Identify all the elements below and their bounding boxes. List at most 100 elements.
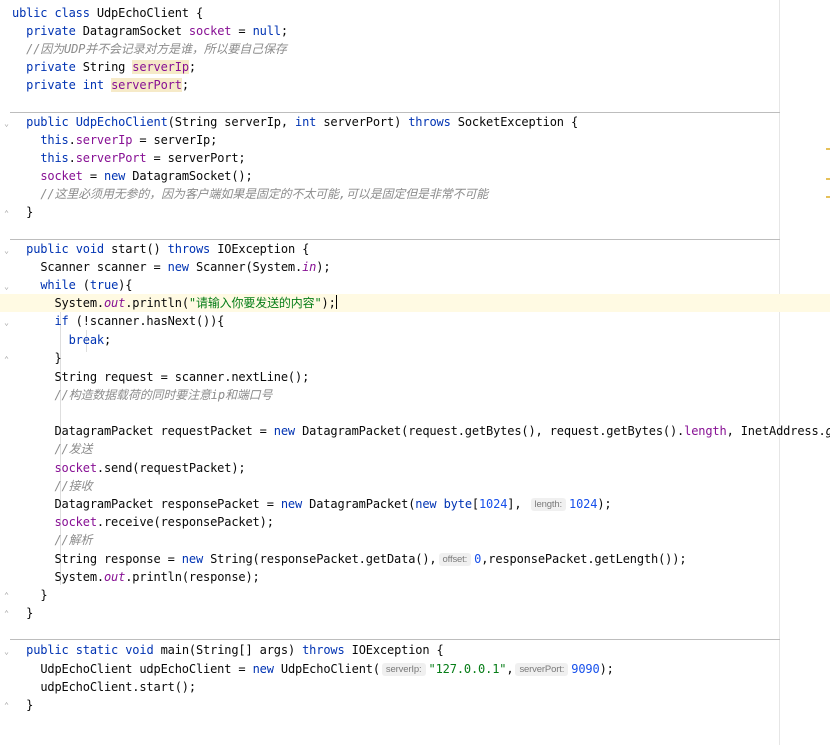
keyword: public [26, 115, 69, 129]
parameter-hint: serverIp: [381, 663, 426, 676]
statement: ); [599, 662, 614, 676]
code-line[interactable]: public UdpEchoClient(String serverIp, in… [0, 113, 830, 131]
keyword: ublic [12, 6, 48, 20]
code-line[interactable]: System.out.println(response); [0, 568, 830, 586]
params: (String serverIp, [167, 115, 296, 129]
keyword: true [89, 278, 119, 292]
code-line[interactable]: //因为UDP并不会记录对方是谁，所以要自己保存 [0, 40, 830, 58]
brace: } [26, 698, 34, 712]
statement: DatagramSocket(); [125, 169, 253, 183]
dot: . [68, 133, 76, 147]
code-line[interactable]: break; [0, 331, 830, 349]
code-line[interactable]: socket.send(requestPacket); [0, 459, 830, 477]
brace: } [54, 351, 62, 365]
keyword: throws [408, 115, 451, 129]
keyword: while [40, 278, 76, 292]
code-line[interactable]: private DatagramSocket socket = null; [0, 22, 830, 40]
keyword: null [252, 24, 281, 38]
bracket: [ [471, 497, 479, 511]
type-name: DatagramSocket [82, 24, 182, 38]
statement: DatagramPacket( [302, 497, 416, 511]
comment: //构造数据载荷的同时要注意ip和端口号 [54, 388, 273, 402]
statement: System. [54, 570, 104, 584]
code-line[interactable]: } [0, 349, 830, 367]
type-name: String [82, 60, 126, 74]
code-line[interactable]: public static void main(String[] args) t… [0, 641, 830, 659]
keyword: if [54, 314, 69, 328]
comment: //这里必须用无参的，因为客户端如果是固定的不太可能,可以是固定但是非常不可能 [40, 187, 489, 201]
code-line[interactable]: while (true){ [0, 276, 830, 294]
code-line[interactable]: ublic class UdpEchoClient { [0, 4, 830, 22]
code-line[interactable]: if (!scanner.hasNext()){ [0, 312, 830, 330]
statement: udpEchoClient.start(); [40, 680, 196, 694]
code-line[interactable]: //解析 [0, 531, 830, 549]
code-line[interactable]: //构造数据载荷的同时要注意ip和端口号 [0, 386, 830, 404]
statement: ); [597, 497, 612, 511]
code-line[interactable]: //发送 [0, 440, 830, 458]
code-line[interactable]: private int serverPort; [0, 76, 830, 94]
code-line[interactable]: socket = new DatagramSocket(); [0, 167, 830, 185]
code-line[interactable]: } [0, 696, 830, 714]
code-line[interactable]: UdpEchoClient udpEchoClient = new UdpEch… [0, 660, 830, 678]
keyword: void [125, 643, 154, 657]
keyword: private [26, 24, 76, 38]
statement: Scanner scanner = [40, 260, 168, 274]
code-line[interactable]: } [0, 203, 830, 221]
statement: ( [75, 278, 90, 292]
code-line[interactable]: public void start() throws IOException { [0, 240, 830, 258]
statement: ); [316, 260, 331, 274]
keyword: byte [443, 497, 472, 511]
bracket: ], [507, 497, 529, 511]
brace: { [195, 6, 204, 20]
keyword: public [26, 242, 69, 256]
code-line[interactable]: udpEchoClient.start(); [0, 678, 830, 696]
statement: .receive(responsePacket); [96, 515, 274, 529]
statement: = serverIp; [132, 133, 218, 147]
code-line[interactable]: //这里必须用无参的，因为客户端如果是固定的不太可能,可以是固定但是非常不可能 [0, 185, 830, 203]
code-editor[interactable]: ⌄ ⌃ ⌄ ⌄ ⌄ ⌃ ⌃ ⌃ ⌄ ⌃ ublic class UdpEchoC… [0, 0, 830, 745]
dot: . [68, 151, 76, 165]
statement: .send(requestPacket); [96, 461, 246, 475]
constructor-name: UdpEchoClient [75, 115, 168, 129]
exception-type: SocketException { [450, 115, 579, 129]
semicolon: ; [181, 78, 189, 92]
code-line[interactable]: DatagramPacket responsePacket = new Data… [0, 495, 830, 513]
comment: //接收 [54, 479, 93, 493]
keyword: class [54, 6, 90, 20]
field-name: serverPort [75, 151, 147, 165]
field-name: length [684, 424, 727, 438]
code-line[interactable]: String response = new String(responsePac… [0, 550, 830, 568]
field-name: socket [54, 515, 97, 529]
statement: DatagramPacket(request.getBytes(), reque… [295, 424, 685, 438]
code-line[interactable]: this.serverIp = serverIp; [0, 131, 830, 149]
field-name: socket [188, 24, 232, 38]
code-line[interactable]: } [0, 586, 830, 604]
current-code-line[interactable]: System.out.println("请输入你要发送的内容"); [0, 294, 830, 312]
code-line[interactable]: Scanner scanner = new Scanner(System.in)… [0, 258, 830, 276]
keyword: throws [167, 242, 211, 256]
keyword: new [280, 497, 303, 511]
method-name: start() [104, 242, 168, 256]
statement: ){ [118, 278, 133, 292]
code-line[interactable]: //接收 [0, 477, 830, 495]
statement: (!scanner.hasNext()){ [68, 314, 225, 328]
brace: } [26, 205, 34, 219]
statement: String request = scanner.nextLine(); [54, 370, 310, 384]
code-line[interactable]: private String serverIp; [0, 58, 830, 76]
static-field: in [302, 260, 317, 274]
code-line[interactable]: String request = scanner.nextLine(); [0, 368, 830, 386]
statement: UdpEchoClient udpEchoClient = [40, 662, 253, 676]
code-line[interactable]: this.serverPort = serverPort; [0, 149, 830, 167]
brace: } [40, 588, 48, 602]
keyword: int [82, 78, 104, 92]
exception-type: IOException { [210, 242, 310, 256]
statement: System. [54, 296, 104, 310]
semicolon: ; [188, 60, 196, 74]
code-line[interactable]: socket.receive(responsePacket); [0, 513, 830, 531]
code-line[interactable]: } [0, 604, 830, 622]
brace: } [26, 606, 34, 620]
code-line[interactable]: DatagramPacket requestPacket = new Datag… [0, 422, 830, 440]
statement: DatagramPacket requestPacket = [54, 424, 274, 438]
static-field: out [103, 570, 126, 584]
keyword: private [26, 60, 76, 74]
